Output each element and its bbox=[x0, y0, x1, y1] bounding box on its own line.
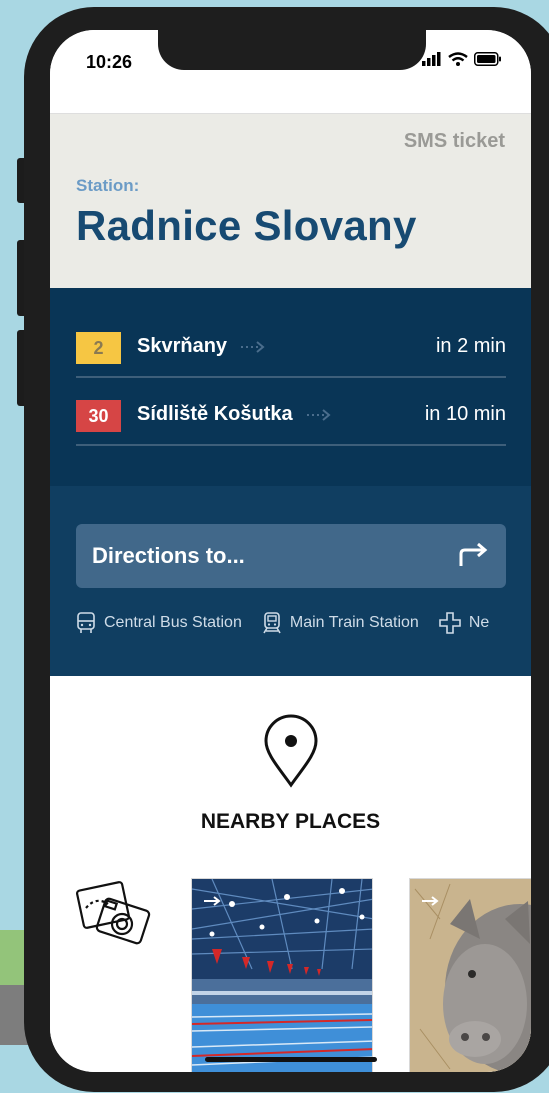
swimming-pool-photo bbox=[192, 879, 372, 1072]
camera-notch bbox=[158, 30, 426, 70]
line-badge: 30 bbox=[76, 400, 121, 432]
directions-label: Directions to... bbox=[92, 543, 245, 568]
departure-destination: Sídliště Košutka bbox=[137, 403, 333, 426]
directions-button[interactable]: Directions to... bbox=[76, 524, 506, 588]
sms-ticket-link[interactable]: SMS ticket bbox=[404, 130, 505, 153]
station-label: Station: bbox=[76, 176, 140, 195]
quick-destination-item[interactable]: Ne bbox=[439, 612, 489, 634]
status-time: 10:26 bbox=[86, 52, 133, 72]
wifi-icon bbox=[448, 52, 468, 66]
location-pin-icon bbox=[264, 714, 318, 788]
departure-eta: in 2 min bbox=[435, 335, 506, 357]
app-screen: 10:26 SMS ticket Station: Radnice Slovan… bbox=[50, 30, 531, 1072]
quick-destination-label: Central Bus Station bbox=[104, 614, 242, 631]
dotted-arrow-icon bbox=[241, 340, 265, 353]
hospital-cross-icon bbox=[439, 612, 461, 634]
line-badge: 2 bbox=[76, 332, 121, 364]
place-card-rhino[interactable] bbox=[409, 878, 531, 1072]
signal-icon bbox=[422, 52, 441, 66]
departures-list: 2 Skvrňany in 2 min 30 Sídliště Košutka … bbox=[50, 288, 531, 486]
camera-icon[interactable] bbox=[76, 878, 152, 952]
bus-icon bbox=[77, 612, 95, 633]
station-header: SMS ticket Station: Radnice Slovany bbox=[50, 114, 531, 288]
departure-eta: in 10 min bbox=[424, 403, 506, 425]
departure-row[interactable]: 2 Skvrňany in 2 min bbox=[76, 310, 506, 378]
status-icons bbox=[422, 52, 502, 66]
home-indicator[interactable] bbox=[205, 1057, 377, 1062]
station-name: Radnice Slovany bbox=[76, 202, 417, 249]
dotted-arrow-icon bbox=[306, 408, 331, 421]
place-card-pool[interactable] bbox=[191, 878, 373, 1072]
departure-row[interactable]: 30 Sídliště Košutka in 10 min bbox=[76, 378, 506, 446]
nearby-places-title: NEARBY PLACES bbox=[200, 810, 381, 833]
quick-destination-item[interactable]: Main Train Station bbox=[262, 612, 419, 634]
quick-destinations: Central Bus Station Main Train Station N… bbox=[76, 612, 489, 634]
turn-right-arrow-icon bbox=[459, 542, 488, 566]
nearby-places-section: NEARBY PLACES bbox=[50, 676, 531, 1072]
quick-destination-item[interactable]: Central Bus Station bbox=[76, 612, 242, 634]
quick-destination-label: Ne bbox=[468, 614, 490, 631]
battery-icon bbox=[474, 52, 501, 66]
departure-destination: Skvrňany bbox=[137, 335, 267, 358]
rhino-photo bbox=[410, 879, 531, 1072]
train-icon bbox=[263, 612, 281, 634]
quick-destination-label: Main Train Station bbox=[289, 614, 419, 631]
directions-panel: Directions to... Central Bus Station Mai… bbox=[50, 486, 531, 676]
